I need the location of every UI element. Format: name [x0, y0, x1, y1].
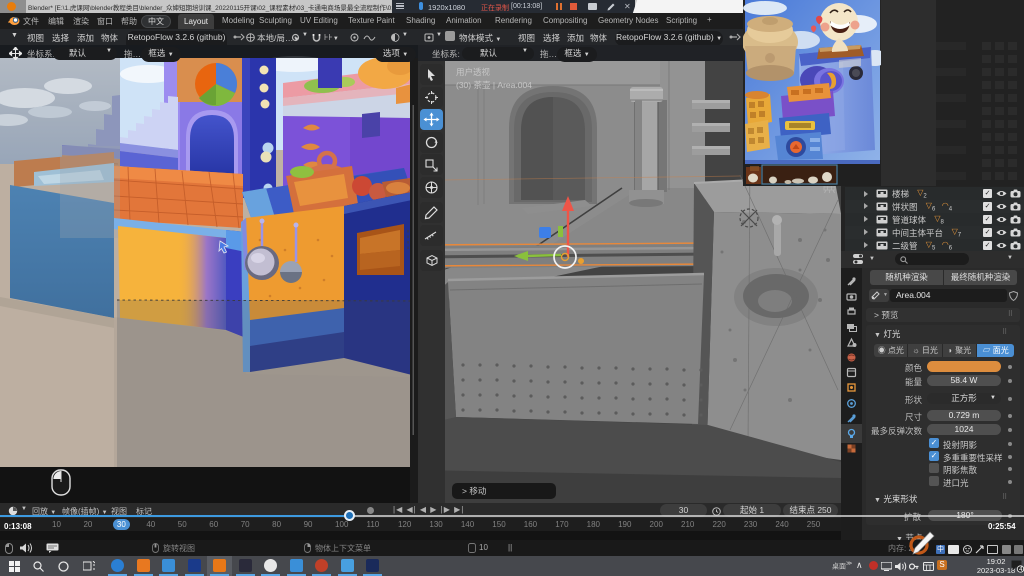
svg-text:用户透视: 用户透视 — [456, 67, 491, 77]
svg-text:> 移动: > 移动 — [462, 486, 487, 496]
svg-text:(30) 茶壶 | Area.004: (30) 茶壶 | Area.004 — [456, 80, 532, 90]
